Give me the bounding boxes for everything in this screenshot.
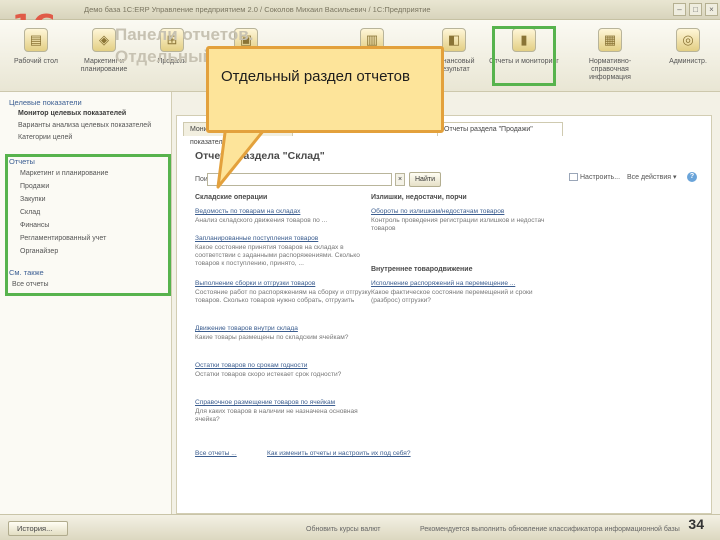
column-header-surplus: Излишки, недостачи, порчи <box>371 194 467 201</box>
clear-search-icon[interactable]: × <box>395 173 405 186</box>
report-link[interactable]: Движение товаров внутри склада <box>195 325 298 332</box>
window-controls: – □ × <box>673 3 718 16</box>
minimize-icon[interactable]: – <box>673 3 686 16</box>
history-button[interactable]: История... <box>8 521 68 536</box>
report-description: Состояние работ по распоряжениям на сбор… <box>195 289 371 304</box>
desktop-icon: ▤ <box>24 28 48 52</box>
reports-section-highlight <box>492 26 556 86</box>
report-link[interactable]: Справочное размещение товаров по ячейкам <box>195 399 335 406</box>
status-bar: История... Обновить курсы валют Рекоменд… <box>0 514 720 540</box>
report-description: Анализ складского движения товаров по ..… <box>195 217 328 224</box>
report-description: Какие товары размещены по складским ячей… <box>195 334 349 341</box>
report-link[interactable]: Остатки товаров по срокам годности <box>195 362 307 369</box>
report-link[interactable]: Обороты по излишкам/недостачам товаров <box>371 208 504 215</box>
all-actions-menu[interactable]: Все действия ▾ <box>627 173 676 181</box>
report-description: Какое фактическое состояние перемещений … <box>371 289 533 304</box>
window-title: Демо база 1С:ERP Управление предприятием… <box>84 5 431 14</box>
sidebar-item-targets-variants[interactable]: Варианты анализа целевых показателей <box>18 122 151 129</box>
callout-pointer <box>216 125 270 189</box>
how-to-configure-link[interactable]: Как изменить отчеты и настроить их под с… <box>267 450 411 457</box>
report-description: Контроль проведения регистрации излишков… <box>371 217 545 232</box>
reference-icon: ▦ <box>598 28 622 52</box>
report-description: Для каких товаров в наличии не назначена… <box>195 408 358 423</box>
callout: Отдельный раздел отчетов <box>206 46 444 133</box>
reports-list-highlight <box>5 154 171 296</box>
title-bar: Демо база 1С:ERP Управление предприятием… <box>0 0 720 20</box>
section-reference[interactable]: ▦ Нормативно-справочная информация <box>572 28 648 82</box>
close-icon[interactable]: × <box>705 3 718 16</box>
slide-title-line1: Панели отчетов. <box>115 25 254 44</box>
configure-button[interactable]: Настроить... <box>569 173 620 181</box>
maximize-icon[interactable]: □ <box>689 3 702 16</box>
report-link[interactable]: Ведомость по товарам на складах <box>195 208 300 215</box>
tab-sales-reports[interactable]: Отчеты раздела "Продажи" <box>437 122 563 136</box>
report-description: Остатки товаров скоро истекает срок годн… <box>195 371 342 378</box>
report-link[interactable]: Запланированные поступления товаров <box>195 235 318 242</box>
settings-icon <box>569 173 578 181</box>
update-rates-link[interactable]: Обновить курсы валют <box>306 526 381 533</box>
update-classifier-link[interactable]: Рекомендуется выполнить обновление класс… <box>420 526 680 533</box>
callout-text: Отдельный раздел отчетов <box>221 68 410 85</box>
section-admin[interactable]: ◎ Администр. <box>656 28 720 66</box>
report-link[interactable]: Выполнение сборки и отгрузки товаров <box>195 280 315 287</box>
column-header-internal-movement: Внутреннее товародвижение <box>371 266 473 273</box>
sidebar-item-target-categories[interactable]: Категории целей <box>18 134 72 141</box>
column-header-warehouse-ops: Складские операции <box>195 194 268 201</box>
marketing-icon: ◈ <box>92 28 116 52</box>
all-reports-link[interactable]: Все отчеты ... <box>195 450 237 457</box>
admin-icon: ◎ <box>676 28 700 52</box>
page-number: 34 <box>688 516 704 532</box>
sidebar-targets-header: Целевые показатели <box>9 98 82 107</box>
finance-icon: ◧ <box>442 28 466 52</box>
help-icon[interactable]: ? <box>687 172 697 182</box>
find-button[interactable]: Найти <box>409 172 441 187</box>
report-link[interactable]: Исполнение распоряжений на перемещение .… <box>371 280 515 287</box>
sidebar-item-targets-monitor[interactable]: Монитор целевых показателей <box>18 110 126 117</box>
section-desktop[interactable]: ▤ Рабочий стол <box>0 28 72 66</box>
report-description: Какое состояние принятия товаров на скла… <box>195 244 360 267</box>
